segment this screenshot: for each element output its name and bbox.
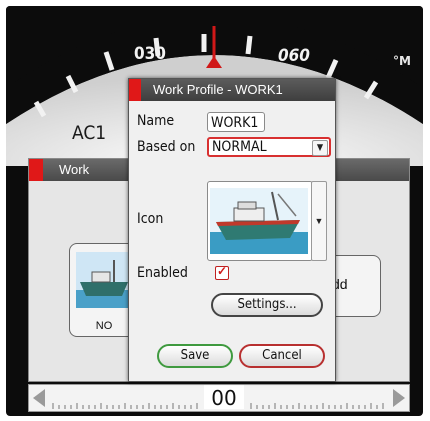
work-header-accent (29, 159, 43, 181)
cancel-button[interactable]: Cancel (239, 344, 325, 368)
rudder-indicator: 00 (28, 384, 410, 412)
name-label: Name (137, 113, 175, 129)
name-field[interactable]: WORK1 (207, 112, 265, 132)
autopilot-label: AC1 (72, 122, 107, 144)
enabled-label: Enabled (137, 265, 188, 281)
icon-dropdown-icon[interactable]: ▼ (311, 181, 327, 261)
dialog-title-accent (129, 79, 141, 101)
rudder-value: 00 (204, 385, 244, 410)
based-on-label: Based on (137, 139, 196, 155)
fishing-boat-icon (210, 188, 308, 254)
left-arrow-icon (33, 389, 45, 407)
based-on-select[interactable]: NORMAL ▼ (207, 137, 331, 157)
icon-select[interactable] (207, 181, 313, 261)
magnetic-unit: °M (393, 54, 411, 68)
dialog-title: Work Profile - WORK1 (153, 82, 283, 97)
settings-button[interactable]: Settings... (211, 293, 323, 317)
compass-label-030: 030 (134, 44, 166, 64)
based-on-value: NORMAL (212, 139, 267, 155)
checkmark-icon: ✓ (217, 264, 228, 278)
autopilot-screen: 030 060 °M AC1 Work NO dd 00 Work Profil… (6, 6, 423, 416)
work-panel-title: Work (59, 162, 90, 177)
right-arrow-icon (393, 389, 405, 407)
save-button[interactable]: Save (157, 344, 233, 368)
compass-label-060: 060 (278, 46, 310, 66)
icon-label: Icon (137, 211, 164, 227)
work-profile-dialog: Work Profile - WORK1 Name WORK1 Based on… (128, 78, 336, 382)
enabled-checkbox[interactable]: ✓ (215, 264, 229, 280)
dialog-title-bar: Work Profile - WORK1 (129, 79, 335, 101)
boat-icon (76, 252, 132, 308)
chevron-down-icon[interactable]: ▼ (312, 140, 328, 156)
